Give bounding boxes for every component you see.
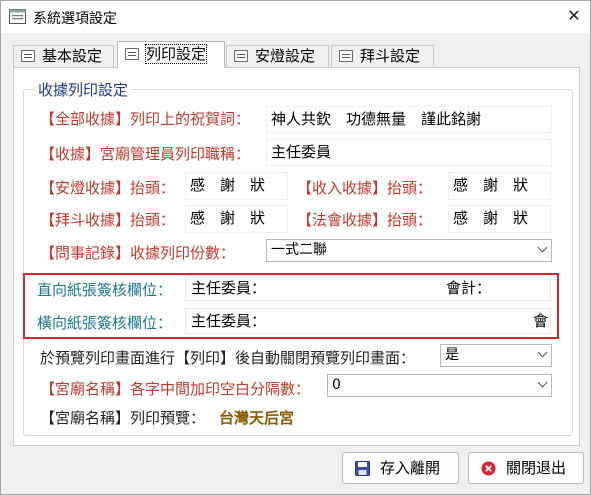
name-spacing-selected-value: 0 <box>332 377 341 393</box>
dipper-header-input[interactable]: 感 謝 狀 <box>185 205 288 233</box>
auto-close-label: 於預覽列印畫面進行【列印】後自動關閉預覽列印畫面： <box>40 349 416 367</box>
name-preview-value: 台灣天后宮 <box>219 409 295 427</box>
manager-title-label: 【收據】宮廟管理員列印職稱： <box>40 145 251 163</box>
exit-button-label: 關閉退出 <box>506 459 567 477</box>
tab-form-icon <box>339 50 353 62</box>
name-spacing-select[interactable]: 0 <box>327 374 552 397</box>
name-spacing-label: 【宮廟名稱】各字中間加印空白分隔數： <box>40 380 311 398</box>
save-button-label: 存入離開 <box>380 459 441 477</box>
income-header-input[interactable]: 感 謝 狀 <box>448 172 551 200</box>
vertical-signature-left-text: 主任委員： <box>191 279 267 297</box>
auto-close-selected-value: 是 <box>445 347 459 363</box>
app-form-icon <box>9 9 26 24</box>
lamp-header-input[interactable]: 感 謝 狀 <box>185 172 288 200</box>
settings-window: 系統選項設定 ✕ 基本設定 列印設定 安燈設定 拜斗設定 收據列印設定 【全部收… <box>0 0 591 495</box>
close-window-button[interactable]: ✕ <box>559 3 589 31</box>
window-title: 系統選項設定 <box>33 11 117 27</box>
copies-selected-value: 一式二聯 <box>271 242 327 258</box>
auto-close-select[interactable]: 是 <box>440 344 552 367</box>
ritual-header-input[interactable]: 感 謝 狀 <box>448 205 551 233</box>
manager-title-input[interactable]: 主任委員 <box>266 139 552 166</box>
ritual-header-label: 【法會收據】抬頭： <box>297 211 433 229</box>
close-circle-icon <box>481 461 496 476</box>
horizontal-signature-label: 橫向紙張簽核欄位： <box>37 314 173 332</box>
tab-dipper-settings[interactable]: 拜斗設定 <box>331 45 434 67</box>
close-and-exit-button[interactable]: 關閉退出 <box>468 452 584 484</box>
horizontal-signature-input[interactable]: 主任委員： 會 <box>185 308 551 334</box>
save-disk-icon <box>355 461 370 476</box>
save-and-exit-button[interactable]: 存入離開 <box>342 452 459 484</box>
income-header-label: 【收入收據】抬頭： <box>297 179 433 197</box>
title-bar: 系統選項設定 ✕ <box>1 1 590 33</box>
copies-label: 【問事記錄】收據列印份數： <box>40 244 236 262</box>
horizontal-signature-left-text: 主任委員： <box>191 312 267 330</box>
tab-form-icon <box>125 48 139 60</box>
greeting-label: 【全部收據】列印上的祝賀詞： <box>40 110 251 128</box>
group-title: 收據列印設定 <box>35 79 132 100</box>
horizontal-signature-right-text: 會 <box>533 312 549 330</box>
tab-form-icon <box>21 50 35 62</box>
chevron-down-icon <box>537 377 548 388</box>
greeting-input[interactable]: 神人共欽 功德無量 謹此銘謝 <box>266 106 552 133</box>
tab-form-icon <box>234 50 248 62</box>
vertical-signature-right-text: 會計： <box>446 279 492 297</box>
dipper-header-label: 【拜斗收據】抬頭： <box>40 211 176 229</box>
vertical-signature-input[interactable]: 主任委員： 會計： <box>185 275 551 301</box>
chevron-down-icon <box>537 242 548 253</box>
tab-print-settings[interactable]: 列印設定 <box>117 41 225 68</box>
tab-lamp-settings[interactable]: 安燈設定 <box>226 45 329 67</box>
copies-select[interactable]: 一式二聯 <box>266 239 552 262</box>
vertical-signature-label: 直向紙張簽核欄位： <box>37 281 173 299</box>
name-preview-label: 【宮廟名稱】列印預覽： <box>40 409 206 427</box>
lamp-header-label: 【安燈收據】抬頭： <box>40 179 176 197</box>
print-settings-panel: 收據列印設定 【全部收據】列印上的祝賀詞： 神人共欽 功德無量 謹此銘謝 【收據… <box>13 67 580 446</box>
tab-basic-settings[interactable]: 基本設定 <box>13 45 114 67</box>
chevron-down-icon <box>537 347 548 358</box>
